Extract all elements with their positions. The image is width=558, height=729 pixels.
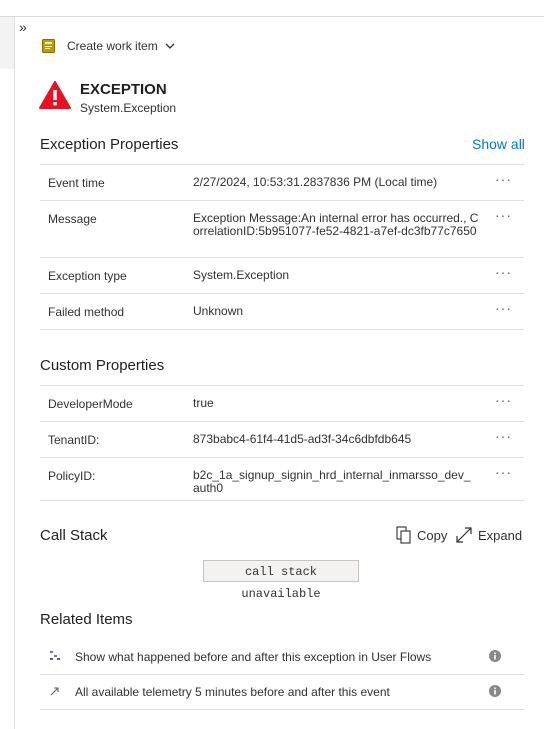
property-key: Message xyxy=(48,212,97,226)
copy-button[interactable]: Copy xyxy=(396,526,447,544)
top-border xyxy=(0,16,544,17)
more-options-button[interactable]: ··· xyxy=(495,300,512,316)
property-value: b2c_1a_signup_signin_hrd_internal_inmars… xyxy=(193,468,471,495)
work-item-icon xyxy=(42,39,55,53)
related-item-label: All available telemetry 5 minutes before… xyxy=(75,685,390,699)
property-value: 873babc4-61f4-41d5-ad3f-34c6dbfdb645 xyxy=(193,432,412,446)
create-work-item-label: Create work item xyxy=(67,39,158,53)
property-row: TenantID: 873babc4-61f4-41d5-ad3f-34c6db… xyxy=(40,422,524,458)
copy-icon xyxy=(396,526,411,544)
property-key: Failed method xyxy=(48,305,125,319)
property-key: PolicyID: xyxy=(48,469,96,483)
property-value: 2/27/2024, 10:53:31.2837836 PM (Local ti… xyxy=(193,175,438,189)
property-key: DeveloperMode xyxy=(48,397,133,411)
property-value: Unknown xyxy=(193,304,244,318)
property-value: true xyxy=(193,396,214,410)
info-icon[interactable] xyxy=(489,650,501,662)
more-options-button[interactable]: ··· xyxy=(495,207,512,223)
more-options-button[interactable]: ··· xyxy=(495,392,512,408)
property-key: TenantID: xyxy=(48,433,100,447)
more-options-button[interactable]: ··· xyxy=(495,464,512,480)
exception-properties-title: Exception Properties xyxy=(40,136,179,153)
info-icon[interactable] xyxy=(489,685,501,697)
property-row: Failed method Unknown ··· xyxy=(40,294,524,330)
related-items-title: Related Items xyxy=(40,611,133,628)
property-row: Exception type System.Exception ··· xyxy=(40,258,524,294)
exception-title: EXCEPTION xyxy=(80,81,167,98)
related-item-label: Show what happened before and after this… xyxy=(75,650,432,664)
expand-panel-button[interactable]: » xyxy=(19,18,27,36)
expand-icon xyxy=(456,527,472,543)
property-key: Exception type xyxy=(48,269,127,283)
property-row: DeveloperMode true ··· xyxy=(40,386,524,422)
related-items-list: Show what happened before and after this… xyxy=(40,640,524,710)
property-value: System.Exception xyxy=(193,268,290,282)
more-options-button[interactable]: ··· xyxy=(495,264,512,280)
expand-label: Expand xyxy=(478,527,523,543)
expand-button[interactable]: Expand xyxy=(455,526,522,544)
arrow-icon xyxy=(50,687,59,696)
related-item-telemetry[interactable]: All available telemetry 5 minutes before… xyxy=(40,675,524,710)
exception-subtitle: System.Exception xyxy=(80,101,177,115)
copy-label: Copy xyxy=(417,527,448,543)
error-warning-icon xyxy=(39,81,71,109)
exception-properties-table: Event time 2/27/2024, 10:53:31.2837836 P… xyxy=(40,164,524,330)
property-key: Event time xyxy=(48,176,105,190)
more-options-button[interactable]: ··· xyxy=(495,171,512,187)
show-all-link[interactable]: Show all xyxy=(472,136,525,152)
panel-divider xyxy=(14,17,15,729)
call-stack-title: Call Stack xyxy=(40,527,108,544)
property-row: Message Exception Message:An internal er… xyxy=(40,201,524,258)
chevron-down-icon xyxy=(165,43,175,49)
custom-properties-title: Custom Properties xyxy=(40,357,165,374)
call-stack-content: call stack unavailable xyxy=(203,560,359,601)
property-value: Exception Message:An internal error has … xyxy=(193,211,479,238)
left-collapse-strip xyxy=(0,17,14,69)
user-flows-icon xyxy=(50,651,60,660)
related-item-user-flows[interactable]: Show what happened before and after this… xyxy=(40,640,524,675)
more-options-button[interactable]: ··· xyxy=(495,428,512,444)
property-row: Event time 2/27/2024, 10:53:31.2837836 P… xyxy=(40,165,524,201)
create-work-item-button[interactable]: Create work item xyxy=(42,36,175,56)
property-row: PolicyID: b2c_1a_signup_signin_hrd_inter… xyxy=(40,458,524,501)
custom-properties-table: DeveloperMode true ··· TenantID: 873babc… xyxy=(40,385,524,501)
